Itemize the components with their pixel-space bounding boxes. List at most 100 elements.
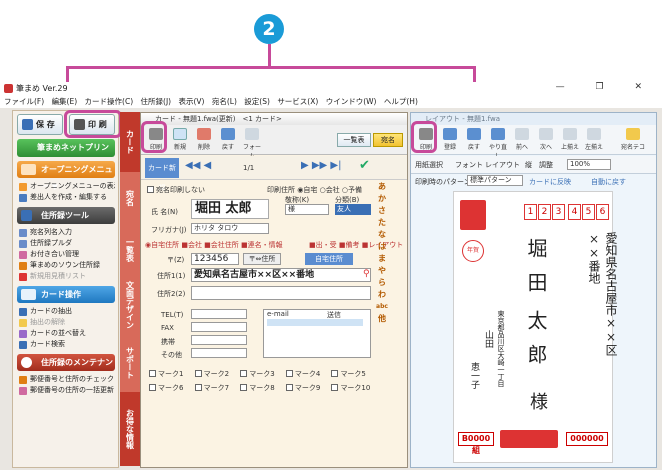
kana-a[interactable]: あ xyxy=(375,181,389,193)
address-item-1[interactable]: 宛名列名入力 xyxy=(17,227,115,238)
zoom-select[interactable]: 100% xyxy=(567,159,611,170)
address2-input[interactable] xyxy=(191,286,371,300)
menu-label[interactable]: 宛名(L) xyxy=(212,97,237,106)
opening-menu-header[interactable]: オープニングメニュー ▼ xyxy=(17,161,115,191)
card-item-extract[interactable]: カードの抽出 xyxy=(17,306,115,317)
opening-item-sender[interactable]: 差出人を作成・編集する xyxy=(17,192,115,203)
tel-input[interactable] xyxy=(191,309,247,319)
layout-next-button[interactable]: 次へ xyxy=(535,127,557,153)
menu-window[interactable]: ウインドウ(W) xyxy=(326,97,377,106)
address-tools-header[interactable]: 住所録ツール xyxy=(17,207,115,224)
card-form-button[interactable]: フォーム xyxy=(241,127,263,160)
zip-input[interactable]: 123456 xyxy=(191,253,239,265)
new-card-button[interactable]: カード新規 xyxy=(145,158,179,192)
menu-help[interactable]: ヘルプ(H) xyxy=(384,97,418,106)
adjust-button[interactable]: 調整 xyxy=(539,160,553,170)
mobile-input[interactable] xyxy=(191,335,247,345)
maint-item-update[interactable]: 郵便番号の住所の一括更新 xyxy=(17,385,115,396)
home-address-button[interactable]: 自宅住所 xyxy=(305,253,353,265)
layout-prev-button[interactable]: 前へ xyxy=(511,127,533,153)
card-item-sort[interactable]: カードの並べ替え xyxy=(17,328,115,339)
reflect-card-button[interactable]: カードに反映 xyxy=(529,177,571,187)
kana-ra[interactable]: ら xyxy=(375,277,389,289)
kana-ka[interactable]: か xyxy=(375,193,389,205)
card-undo-button[interactable]: 戻す xyxy=(217,127,239,153)
other-input[interactable] xyxy=(191,348,247,358)
layout-register-button[interactable]: 登録 xyxy=(439,127,461,153)
print-place-options[interactable]: 印刷住所 ◉自宅 ○会社 ○予備 xyxy=(267,185,362,195)
layout-redo-button[interactable]: やり直し xyxy=(487,127,509,160)
card-item-search[interactable]: カード検索 xyxy=(17,339,115,350)
marks-row-2[interactable]: マーク6 マーク7 マーク8 マーク9 マーク10 xyxy=(149,383,370,393)
opening-item-show[interactable]: オープニングメニューの表示 xyxy=(17,181,115,192)
tab-design[interactable]: 文面デザイン xyxy=(120,276,140,334)
kana-na[interactable]: な xyxy=(375,229,389,241)
menu-edit[interactable]: 編集(E) xyxy=(52,97,78,106)
label-view-button[interactable]: 宛名 xyxy=(373,133,403,147)
align-top-button[interactable]: 上揃え xyxy=(559,127,581,153)
menu-service[interactable]: サービス(X) xyxy=(277,97,318,106)
align-left-button[interactable]: 左揃え xyxy=(583,127,605,153)
checkbox-box xyxy=(194,384,202,391)
prev-icon xyxy=(515,128,529,140)
kana-wa[interactable]: わ xyxy=(375,289,389,301)
menu-settings[interactable]: 設定(S) xyxy=(244,97,270,106)
label-tech-button[interactable]: 宛名テコ xyxy=(615,127,651,153)
kana-other[interactable]: 他 xyxy=(375,313,389,325)
pattern-select[interactable]: 標準パターン xyxy=(467,175,523,186)
menu-view[interactable]: 表示(V) xyxy=(179,97,205,106)
list-view-button[interactable]: 一覧表 xyxy=(337,133,371,147)
menu-card[interactable]: カード操作(C) xyxy=(85,97,134,106)
menu-file[interactable]: ファイル(F) xyxy=(4,97,44,106)
card-item-clear[interactable]: 抽出の解除 xyxy=(17,317,115,328)
name-input[interactable]: 堀田 太郎 xyxy=(191,199,269,219)
paper-select-button[interactable]: 用紙選択 xyxy=(415,160,443,170)
nav-next-last[interactable]: ▶ ▶▶ ▶| xyxy=(301,160,342,171)
save-button[interactable]: 保 存 xyxy=(17,114,63,135)
kana-input[interactable]: ホリタ タロウ xyxy=(191,223,269,234)
restore-auto-button[interactable]: 自動に戻す xyxy=(591,177,626,187)
email-row[interactable] xyxy=(267,319,363,326)
card-tabs-2[interactable]: ■出・受 ■備考 ■レイアウト xyxy=(309,240,403,250)
honorific-select[interactable]: 様 xyxy=(285,204,329,215)
tab-card[interactable]: カード xyxy=(120,112,140,172)
address-item-2[interactable]: 住所録プルダ xyxy=(17,238,115,249)
address-item-5[interactable]: 新規用見積リスト xyxy=(17,271,115,282)
maintenance-header[interactable]: 住所録のメンテナンス xyxy=(17,354,115,384)
address1-input[interactable]: 愛知県名古屋市××区××番地 xyxy=(191,268,371,282)
kana-ma[interactable]: ま xyxy=(375,253,389,265)
vertical-button[interactable]: 縦 xyxy=(525,160,532,170)
card-tabs[interactable]: ◉自宅住所 ■会社 ■会社住所 ■連名・情報 xyxy=(145,240,283,250)
kana-sa[interactable]: さ xyxy=(375,205,389,217)
tab-label[interactable]: 宛名 xyxy=(120,172,140,224)
no-print-checkbox[interactable]: 宛名印刷しない xyxy=(147,185,205,195)
map-pin-icon[interactable]: ⚲ xyxy=(363,269,370,279)
maint-item-check[interactable]: 郵便番号と住所のチェック xyxy=(17,374,115,385)
marks-row-1[interactable]: マーク1 マーク2 マーク3 マーク4 マーク5 xyxy=(149,369,366,379)
tab-deals[interactable]: お得な情報 xyxy=(120,392,140,466)
card-ops-header[interactable]: カード操作 xyxy=(17,286,115,303)
card-delete-button[interactable]: 削除 xyxy=(193,127,215,153)
layout-undo-button[interactable]: 戻す xyxy=(463,127,485,153)
fax-input[interactable] xyxy=(191,322,247,332)
kana-ta[interactable]: た xyxy=(375,217,389,229)
tab-list[interactable]: 一覧表 xyxy=(120,224,140,276)
check-icon[interactable]: ✔ xyxy=(359,158,370,173)
card-new-button[interactable]: 新規 xyxy=(169,127,191,153)
menu-address[interactable]: 住所録(J) xyxy=(141,97,172,106)
nav-first-prev[interactable]: ◀◀ ◀ xyxy=(185,160,211,171)
kana-ha[interactable]: は xyxy=(375,241,389,253)
layout-button[interactable]: レイアウト xyxy=(485,160,520,170)
zip-address-button[interactable]: 〒⇔住所 xyxy=(243,253,281,265)
font-button[interactable]: フォント xyxy=(455,160,483,170)
kana-index[interactable]: あ か さ た な は ま や ら わ abc 他 xyxy=(375,181,389,406)
net-print-button[interactable]: 筆まめネットプリント xyxy=(17,139,115,170)
tab-support[interactable]: サポート xyxy=(120,334,140,392)
kana-abc[interactable]: abc xyxy=(375,301,389,313)
address-item-4[interactable]: 筆まめのソウン住所録 xyxy=(17,260,115,271)
window-controls[interactable]: — ❐ ✕ xyxy=(556,82,656,92)
address-item-3[interactable]: お付き合い管理 xyxy=(17,249,115,260)
category-select[interactable]: 友人 xyxy=(335,204,371,215)
kana-ya[interactable]: や xyxy=(375,265,389,277)
mobile-label: 携帯 xyxy=(161,338,175,346)
